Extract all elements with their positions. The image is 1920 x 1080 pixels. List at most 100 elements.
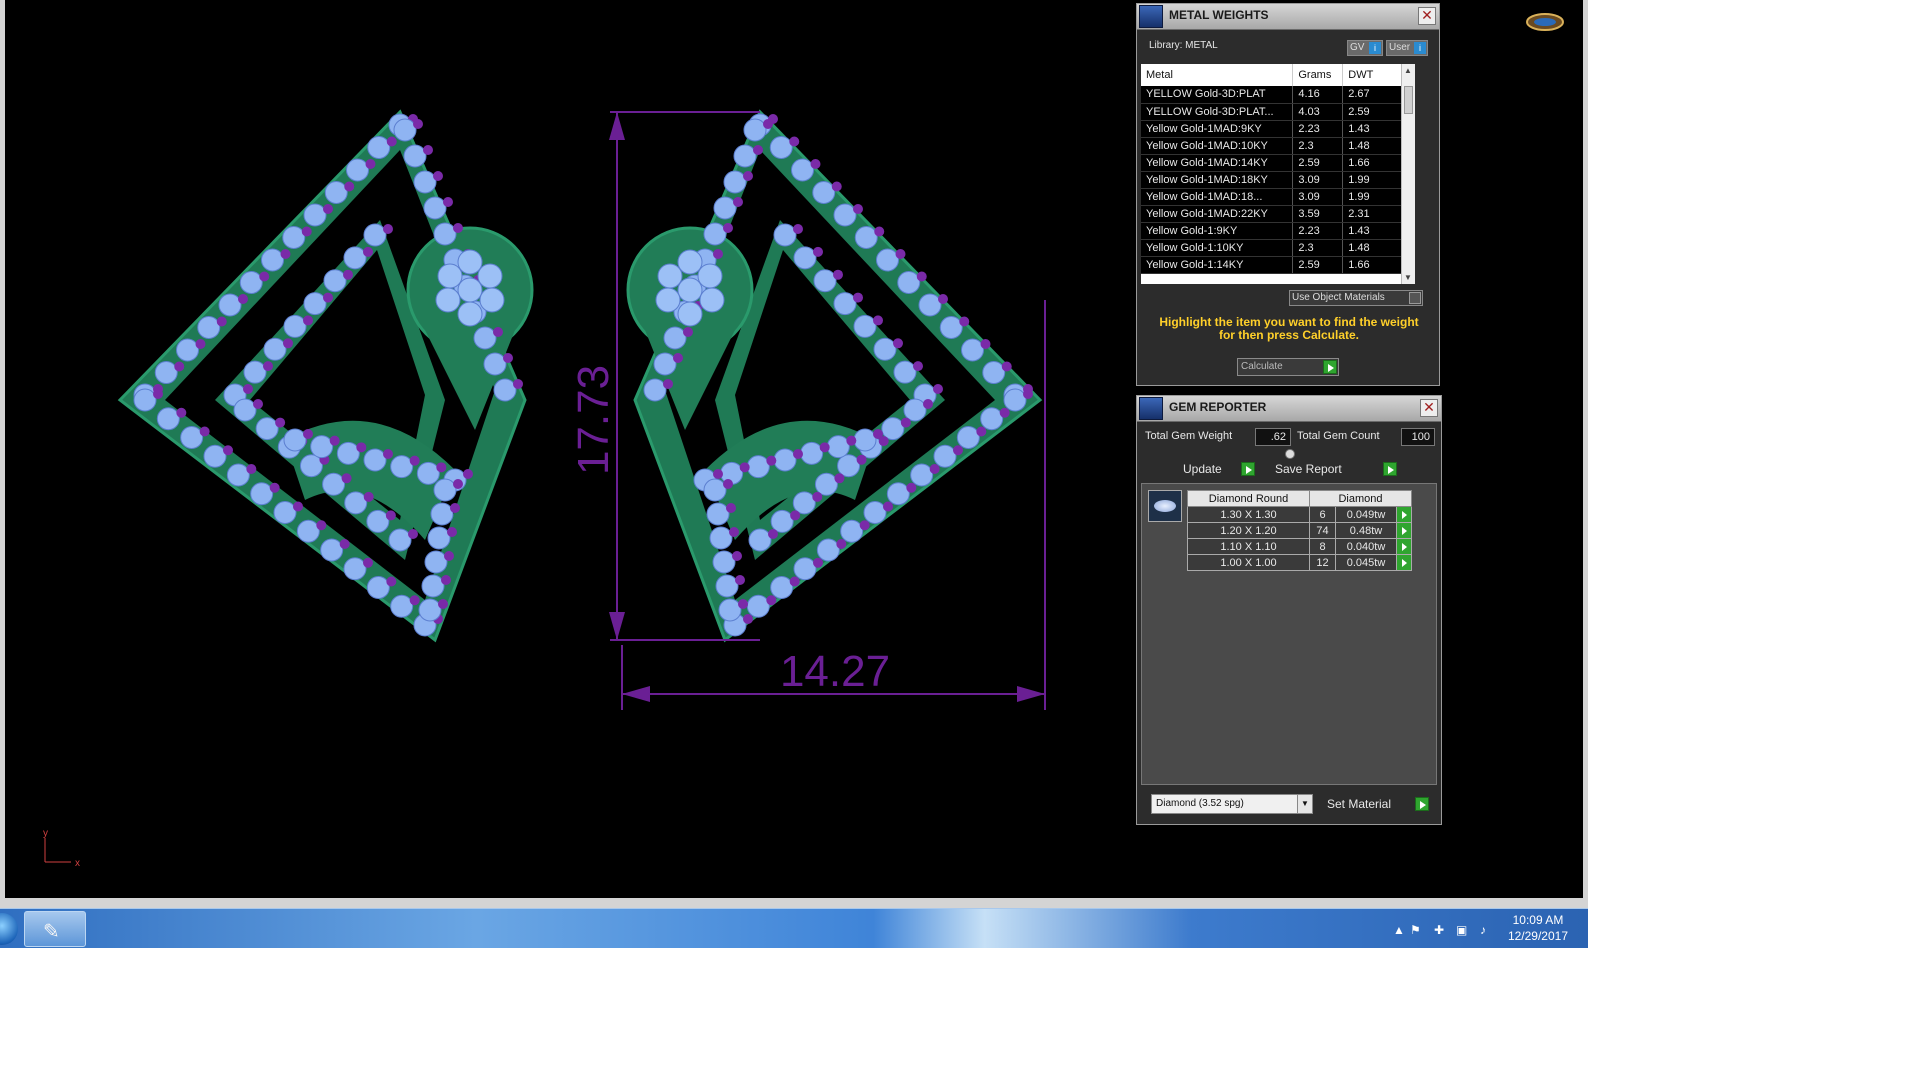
diamond-stone <box>833 292 857 316</box>
gem-report-area: Diamond Round Diamond 1.30 X 1.30 6 0.049t… <box>1141 483 1437 785</box>
dwt-column-header[interactable]: DWT <box>1342 64 1407 86</box>
diamond-stone <box>918 293 942 317</box>
prong <box>836 539 847 549</box>
scroll-thumb[interactable] <box>1404 86 1413 114</box>
prong <box>895 249 906 259</box>
grams-cell: 3.59 <box>1292 205 1344 223</box>
table-row[interactable]: 1.10 X 1.10 8 0.040tw <box>1187 538 1412 555</box>
table-row[interactable]: Yellow Gold-1MAD:18... 3.09 1.99 <box>1141 188 1407 206</box>
metal-weights-titlebar[interactable]: METAL WEIGHTS ✕ <box>1137 4 1439 30</box>
info-icon: i <box>1369 42 1381 54</box>
system-clock[interactable]: 10:09 AM 12/29/2017 <box>1508 912 1568 944</box>
security-icon[interactable]: ✚ <box>1434 923 1444 937</box>
height-dimension-label: 17.73 <box>569 365 618 475</box>
diamond-stone <box>982 361 1006 384</box>
diamond-stone <box>366 576 390 599</box>
prong <box>436 462 447 473</box>
prong <box>916 271 927 282</box>
table-row[interactable]: 1.30 X 1.30 6 0.049tw <box>1187 506 1412 523</box>
calculate-button[interactable]: Calculate <box>1237 358 1339 376</box>
save-report-button[interactable]: Save Report <box>1271 460 1397 478</box>
prong <box>363 491 374 502</box>
show-hidden-icons-icon[interactable]: ▲ <box>1393 923 1405 937</box>
diamond-stone <box>643 378 667 402</box>
table-row[interactable]: Yellow Gold-1MAD:10KY 2.3 1.48 <box>1141 137 1407 155</box>
view-cube-icon[interactable] <box>1526 13 1564 31</box>
close-icon[interactable]: ✕ <box>1418 7 1436 25</box>
prong <box>441 575 451 585</box>
hint-line-2: for then press Calculate. <box>1218 328 1360 342</box>
prong <box>344 181 355 192</box>
prong <box>356 442 367 453</box>
metal-cell: Yellow Gold-1:10KY <box>1141 239 1294 257</box>
gem-weight-cell: 0.48tw <box>1335 522 1397 539</box>
grams-column-header[interactable]: Grams <box>1292 64 1344 86</box>
set-material-button[interactable]: Set Material <box>1323 795 1429 813</box>
gem-size-cell: 1.30 X 1.30 <box>1187 506 1310 523</box>
user-toggle[interactable]: User i <box>1386 40 1428 56</box>
prong <box>929 464 940 474</box>
select-gem-row-button[interactable] <box>1396 522 1412 539</box>
scroll-down-icon[interactable]: ▼ <box>1404 273 1412 282</box>
diamond-stone <box>133 388 157 412</box>
diamond-stone <box>876 248 899 272</box>
table-row[interactable]: YELLOW Gold-3D:PLAT 4.16 2.67 <box>1141 86 1407 104</box>
total-gem-weight-value: .62 <box>1255 428 1291 446</box>
diamond-stone <box>746 594 770 618</box>
metal-column-header[interactable]: Metal <box>1141 64 1294 86</box>
prong <box>343 269 353 280</box>
table-row[interactable]: Yellow Gold-1MAD:9KY 2.23 1.43 <box>1141 120 1407 138</box>
material-select[interactable]: Diamond (3.52 spg) ▼ <box>1151 794 1313 814</box>
scroll-up-icon[interactable]: ▲ <box>1404 66 1412 75</box>
diamond-stone <box>320 538 344 562</box>
diamond-stone <box>346 158 369 182</box>
prong <box>883 501 893 512</box>
close-icon[interactable]: ✕ <box>1420 399 1438 417</box>
flag-icon[interactable]: ⚑ <box>1410 923 1421 937</box>
volume-icon[interactable]: ♪ <box>1480 923 1486 937</box>
grams-cell: 2.3 <box>1292 239 1344 257</box>
prong <box>732 551 742 561</box>
table-row[interactable]: Yellow Gold-1:14KY 2.59 1.66 <box>1141 256 1407 274</box>
table-row[interactable]: Yellow Gold-1:9KY 2.23 1.43 <box>1141 222 1407 240</box>
table-row[interactable]: Yellow Gold-1MAD:22KY 3.59 2.31 <box>1141 205 1407 223</box>
select-gem-row-button[interactable] <box>1396 538 1412 555</box>
gem-reporter-titlebar[interactable]: GEM REPORTER ✕ <box>1137 396 1441 422</box>
taskbar-app-button[interactable]: ✎ <box>24 911 86 947</box>
table-row[interactable]: Yellow Gold-1MAD:18KY 3.09 1.99 <box>1141 171 1407 189</box>
diamond-stone <box>715 574 739 598</box>
select-gem-row-button[interactable] <box>1396 554 1412 571</box>
diamond-stone <box>430 502 454 526</box>
metal-table-scrollbar[interactable]: ▲ ▼ <box>1401 64 1415 284</box>
prong <box>153 389 163 399</box>
diamond-stone <box>791 158 814 182</box>
diamond-round-header: Diamond Round <box>1187 490 1310 507</box>
go-arrow-icon <box>1415 797 1429 811</box>
table-row[interactable]: Yellow Gold-1MAD:14KY 2.59 1.66 <box>1141 154 1407 172</box>
dwt-cell: 1.66 <box>1342 154 1407 172</box>
table-row[interactable]: 1.00 X 1.00 12 0.045tw <box>1187 554 1412 571</box>
use-object-materials-checkbox[interactable]: Use Object Materials <box>1289 290 1423 306</box>
gem-size-cell: 1.20 X 1.20 <box>1187 522 1310 539</box>
diamond-stone <box>840 519 864 543</box>
network-icon[interactable]: ▣ <box>1456 923 1467 937</box>
metal-cell: YELLOW Gold-3D:PLAT... <box>1141 103 1294 121</box>
cad-viewport[interactable]: 17.73 14.27 y x METAL WEIGHTS ✕ Library:… <box>5 0 1583 898</box>
table-row[interactable]: YELLOW Gold-3D:PLAT... 4.03 2.59 <box>1141 103 1407 121</box>
update-button[interactable]: Update <box>1179 460 1255 478</box>
diamond-stone <box>713 196 737 220</box>
diamond-stone <box>226 463 250 487</box>
gv-toggle[interactable]: GV i <box>1347 40 1383 56</box>
diamond-stone <box>837 454 861 478</box>
splitter-handle[interactable] <box>1285 449 1295 459</box>
diamond-stone <box>746 455 770 479</box>
start-button[interactable] <box>0 913 18 945</box>
table-row[interactable]: 1.20 X 1.20 74 0.48tw <box>1187 522 1412 539</box>
select-gem-row-button[interactable] <box>1396 506 1412 523</box>
dwt-cell: 1.66 <box>1342 256 1407 274</box>
prong <box>453 223 463 233</box>
prong <box>383 449 393 459</box>
table-row[interactable]: Yellow Gold-1:10KY 2.3 1.48 <box>1141 239 1407 257</box>
chevron-down-icon[interactable]: ▼ <box>1297 795 1312 813</box>
diamond-stone <box>939 316 963 339</box>
